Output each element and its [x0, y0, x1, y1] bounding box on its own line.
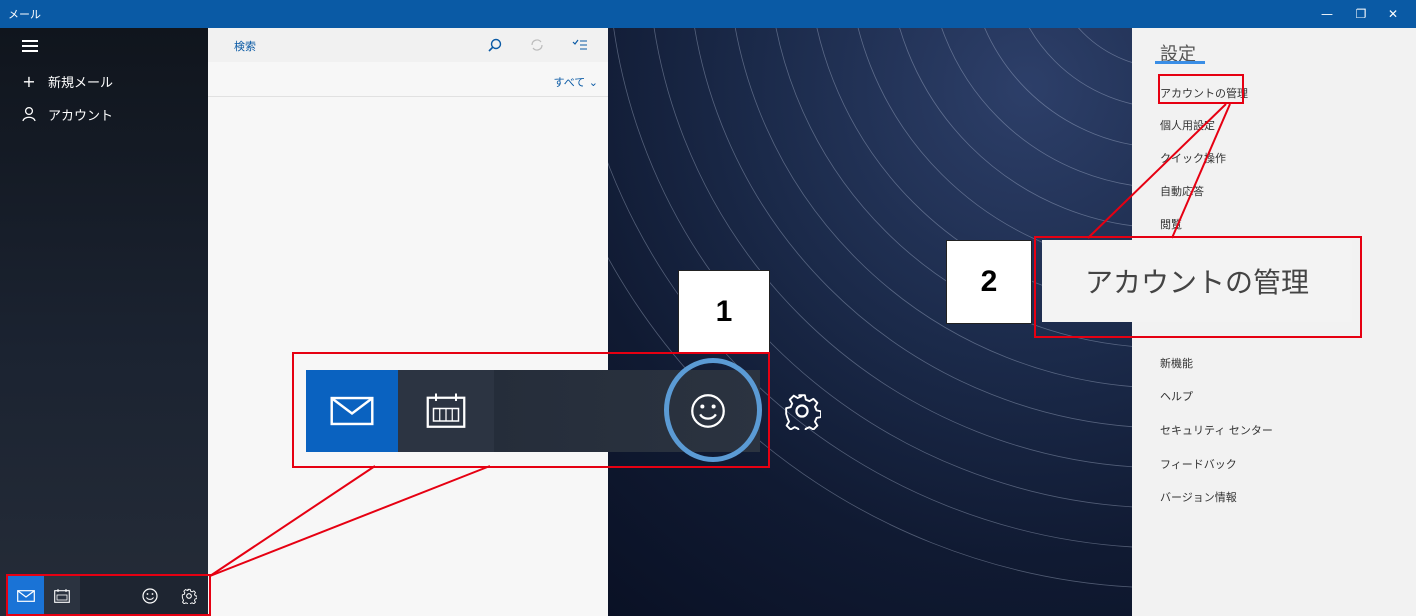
step-2-label: 2 — [946, 240, 1032, 324]
calendar-icon — [426, 393, 466, 428]
gear-highlight-circle — [664, 358, 762, 462]
step-1-label: 1 — [678, 270, 770, 354]
mail-icon — [330, 396, 374, 426]
zoom-mail-button — [306, 370, 398, 452]
zoom-manage-accounts-label: アカウントの管理 — [1042, 240, 1352, 322]
zoom-calendar-button — [398, 370, 494, 452]
gear-icon — [785, 394, 821, 430]
zoom-settings-button — [766, 370, 838, 452]
manage-accounts-highlight-box — [1158, 74, 1244, 104]
toolbar-highlight-box — [6, 574, 211, 616]
